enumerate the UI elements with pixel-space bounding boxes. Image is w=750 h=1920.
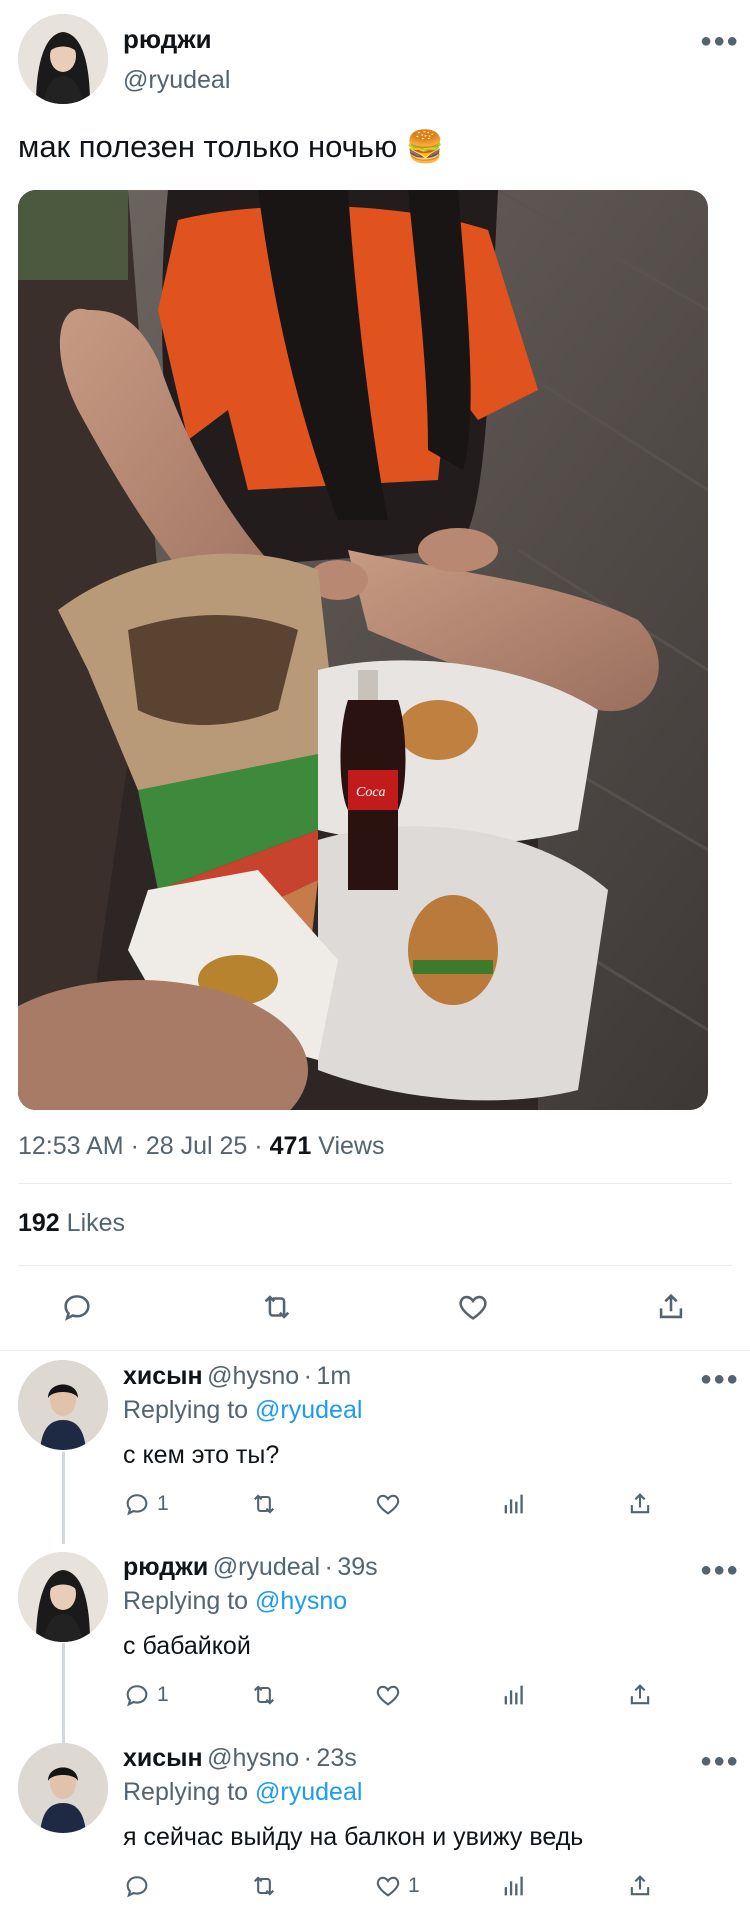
divider — [18, 1265, 732, 1266]
tweet-photo[interactable]: Coca — [18, 190, 708, 1110]
reply-avatar[interactable] — [18, 1360, 108, 1450]
replying-to: Replying to @ryudeal — [123, 1396, 362, 1425]
retweet-icon — [253, 1685, 275, 1705]
views-count: 471 — [269, 1132, 312, 1160]
divider — [0, 1350, 750, 1351]
more-icon[interactable]: ●●● — [700, 1559, 739, 1582]
analytics-icon — [504, 1494, 523, 1514]
author-display-name[interactable]: рюджи — [123, 24, 212, 55]
separator: · — [130, 1132, 139, 1160]
reply-age: 1m — [316, 1362, 352, 1390]
reply-icon[interactable] — [60, 1290, 94, 1324]
share-action[interactable] — [626, 1681, 654, 1709]
reply-icon — [126, 1494, 148, 1516]
like-action[interactable] — [374, 1681, 408, 1709]
like-action[interactable] — [374, 1490, 408, 1518]
like-icon — [376, 1685, 400, 1706]
tweet-time[interactable]: 12:53 AM — [18, 1132, 124, 1160]
share-icon — [630, 1493, 650, 1514]
retweet-action[interactable] — [248, 1872, 280, 1900]
reply-count: 1 — [157, 1683, 169, 1706]
share-icon — [630, 1875, 650, 1896]
more-icon[interactable]: ●●● — [700, 1750, 739, 1773]
replying-label: Replying to — [123, 1396, 249, 1424]
retweet-action[interactable] — [248, 1490, 280, 1518]
like-icon — [376, 1494, 400, 1515]
share-icon[interactable] — [654, 1290, 688, 1324]
replying-to: Replying to @hysno — [123, 1587, 347, 1616]
reply-age: 23s — [316, 1744, 357, 1772]
more-icon[interactable]: ●●● — [700, 30, 739, 53]
separator: · — [303, 1744, 312, 1772]
analytics-icon — [504, 1685, 523, 1705]
like-icon[interactable] — [456, 1290, 490, 1324]
reply-avatar[interactable] — [18, 1743, 108, 1833]
like-action[interactable]: 1 — [374, 1872, 420, 1900]
analytics-icon — [504, 1876, 523, 1896]
likes-label: Likes — [66, 1209, 126, 1237]
reply-display-name[interactable]: хисын — [123, 1744, 203, 1772]
retweet-icon — [253, 1876, 275, 1896]
reply-text: с кем это ты? — [123, 1441, 280, 1469]
analytics-action[interactable] — [500, 1872, 528, 1900]
reply-count: 1 — [157, 1492, 169, 1515]
share-icon — [630, 1684, 650, 1705]
likes-summary[interactable]: 192 Likes — [18, 1209, 125, 1238]
reply-display-name[interactable]: рюджи — [123, 1553, 208, 1581]
replying-label: Replying to — [123, 1587, 249, 1615]
retweet-action[interactable] — [248, 1681, 280, 1709]
tweet-date[interactable]: 28 Jul 25 — [146, 1132, 247, 1160]
reply-handle[interactable]: @hysno — [207, 1362, 299, 1390]
views-label: Views — [318, 1132, 385, 1160]
replying-to-handle[interactable]: @hysno — [255, 1587, 347, 1615]
likes-count: 192 — [18, 1209, 60, 1237]
retweet-icon[interactable] — [258, 1290, 296, 1324]
reply-text: я сейчас выйду на балкон и увижу ведь — [123, 1823, 584, 1851]
analytics-action[interactable] — [500, 1681, 528, 1709]
reply-action[interactable] — [123, 1872, 157, 1900]
reply-action[interactable]: 1 — [123, 1490, 169, 1518]
reply-handle[interactable]: @ryudeal — [213, 1553, 320, 1581]
thread-line — [62, 1643, 65, 1743]
author-avatar[interactable] — [18, 14, 108, 104]
reply-avatar[interactable] — [18, 1552, 108, 1642]
divider — [18, 1183, 732, 1184]
reply-action[interactable]: 1 — [123, 1681, 169, 1709]
separator: · — [303, 1362, 312, 1390]
reply-header: хисын @hysno · 23s — [123, 1744, 357, 1773]
like-icon — [376, 1876, 400, 1897]
reply-display-name[interactable]: хисын — [123, 1362, 203, 1390]
replying-label: Replying to — [123, 1778, 249, 1806]
reply-header: рюджи @ryudeal · 39s — [123, 1553, 378, 1582]
replying-to-handle[interactable]: @ryudeal — [255, 1396, 362, 1424]
retweet-icon — [253, 1494, 275, 1514]
reply-header: хисын @hysno · 1m — [123, 1362, 351, 1391]
reply-icon — [126, 1876, 148, 1898]
reply-handle[interactable]: @hysno — [207, 1744, 299, 1772]
reply-text: с бабайкой — [123, 1632, 251, 1660]
author-handle[interactable]: @ryudeal — [123, 66, 230, 95]
separator: · — [324, 1553, 333, 1581]
replying-to-handle[interactable]: @ryudeal — [255, 1778, 362, 1806]
analytics-action[interactable] — [500, 1490, 528, 1518]
tweet-text: мак полезен только ночью 🍔 — [18, 129, 445, 164]
tweet-meta: 12:53 AM · 28 Jul 25 · 471 Views — [18, 1132, 385, 1161]
share-action[interactable] — [626, 1872, 654, 1900]
replying-to: Replying to @ryudeal — [123, 1778, 362, 1807]
reply-age: 39s — [337, 1553, 378, 1581]
more-icon[interactable]: ●●● — [700, 1368, 739, 1391]
reply-icon — [126, 1685, 148, 1707]
share-action[interactable] — [626, 1490, 654, 1518]
svg-text:Coca: Coca — [356, 785, 386, 800]
separator: · — [254, 1132, 263, 1160]
like-count: 1 — [408, 1874, 420, 1897]
thread-line — [62, 1452, 65, 1544]
